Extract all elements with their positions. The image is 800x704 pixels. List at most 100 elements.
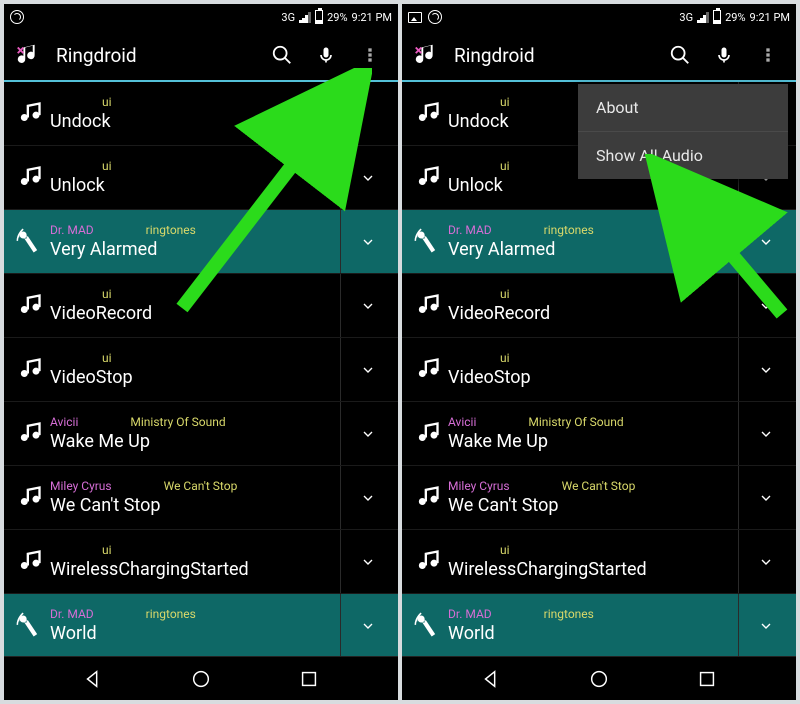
expand-chevron-icon[interactable] <box>738 338 792 401</box>
search-icon[interactable] <box>662 37 698 73</box>
song-row[interactable]: ui WirelessChargingStarted <box>4 530 398 594</box>
back-button[interactable] <box>74 660 112 698</box>
right-screenshot: 3G 29% 9:21 PM Ringdroid uiUndockuiUnloc… <box>402 4 796 700</box>
home-button[interactable] <box>580 660 618 698</box>
song-row[interactable]: uiUndock <box>4 82 398 146</box>
song-row[interactable]: Miley Cyrus We Can't Stop We Can't Stop <box>402 466 796 530</box>
recent-button[interactable] <box>290 660 328 698</box>
song-title: Very Alarmed <box>50 239 340 261</box>
clock: 9:21 PM <box>750 11 790 24</box>
song-title: We Can't Stop <box>448 495 738 517</box>
song-title: Wake Me Up <box>50 431 340 453</box>
menu-item-about[interactable]: About <box>578 84 788 132</box>
song-content: ui WirelessChargingStarted <box>46 543 340 581</box>
network-type: 3G <box>281 11 295 24</box>
search-icon[interactable] <box>264 37 300 73</box>
battery-percent: 29% <box>327 11 347 24</box>
song-row[interactable]: uiUnlock <box>4 146 398 210</box>
mic-icon[interactable] <box>706 37 742 73</box>
music-note-icon <box>12 548 46 576</box>
battery-icon <box>315 10 323 24</box>
song-artist: Miley Cyrus <box>50 479 112 493</box>
ringtone-icon <box>410 228 444 256</box>
song-content: uiUnlock <box>46 159 340 197</box>
signal-icon <box>697 11 709 23</box>
music-note-icon <box>12 100 46 128</box>
song-artist: Miley Cyrus <box>448 479 510 493</box>
song-album: We Can't Stop <box>164 479 238 493</box>
expand-chevron-icon[interactable] <box>738 594 792 656</box>
menu-item-show-all-audio[interactable]: Show All Audio <box>578 132 788 179</box>
sync-icon <box>10 10 24 24</box>
back-button[interactable] <box>472 660 510 698</box>
expand-chevron-icon[interactable] <box>738 274 792 337</box>
song-row[interactable]: ui VideoStop <box>402 338 796 402</box>
app-logo-icon <box>14 40 44 70</box>
song-title: VideoRecord <box>448 303 738 325</box>
expand-chevron-icon[interactable] <box>738 402 792 465</box>
song-artist: Dr. MAD <box>448 607 492 621</box>
expand-chevron-icon[interactable] <box>340 402 394 465</box>
song-title: WirelessChargingStarted <box>448 559 738 581</box>
expand-chevron-icon[interactable] <box>738 466 792 529</box>
song-album: ringtones <box>146 607 196 621</box>
song-row[interactable]: Dr. MADringtonesWorld <box>4 594 398 656</box>
expand-chevron-icon[interactable] <box>340 530 394 593</box>
song-row[interactable]: Dr. MADringtonesWorld <box>402 594 796 656</box>
song-artist: Dr. MAD <box>448 223 492 237</box>
music-note-icon <box>410 420 444 448</box>
music-note-icon <box>410 292 444 320</box>
song-title: World <box>50 623 340 645</box>
song-row[interactable]: Dr. MADringtonesVery Alarmed <box>402 210 796 274</box>
song-content: uiWirelessChargingStarted <box>444 543 738 581</box>
expand-chevron-icon[interactable] <box>340 466 394 529</box>
overflow-menu-icon[interactable] <box>352 37 388 73</box>
song-row[interactable]: Avicii Ministry Of Sound Wake Me Up <box>4 402 398 466</box>
song-album: ui <box>102 543 112 557</box>
song-album: We Can't Stop <box>562 479 636 493</box>
expand-chevron-icon[interactable] <box>738 530 792 593</box>
expand-chevron-icon[interactable] <box>340 338 394 401</box>
overflow-menu-icon[interactable] <box>750 37 786 73</box>
nav-bar <box>4 656 398 700</box>
song-content: uiVideoRecord <box>46 287 340 325</box>
music-note-icon <box>410 356 444 384</box>
expand-chevron-icon[interactable] <box>340 274 394 337</box>
song-title: WirelessChargingStarted <box>50 559 340 581</box>
ringtone-icon <box>410 612 444 640</box>
expand-chevron-icon[interactable] <box>738 210 792 273</box>
song-title: VideoStop <box>448 367 738 389</box>
song-artist: Avicii <box>50 415 78 429</box>
song-content: Dr. MADringtonesWorld <box>444 607 738 645</box>
song-album: ringtones <box>544 223 594 237</box>
song-album: Ministry Of Sound <box>130 415 225 429</box>
song-row[interactable]: AviciiMinistry Of SoundWake Me Up <box>402 402 796 466</box>
expand-chevron-icon[interactable] <box>340 146 394 209</box>
song-row[interactable]: uiVideoRecord <box>402 274 796 338</box>
song-content: Avicii Ministry Of Sound Wake Me Up <box>46 415 340 453</box>
music-note-icon <box>410 100 444 128</box>
app-logo-icon <box>412 40 442 70</box>
song-title: Unlock <box>50 175 340 197</box>
mic-icon[interactable] <box>308 37 344 73</box>
ringtone-icon <box>12 612 46 640</box>
song-row[interactable]: uiVideoRecord <box>4 274 398 338</box>
song-title: VideoRecord <box>50 303 340 325</box>
song-title: We Can't Stop <box>50 495 340 517</box>
recent-button[interactable] <box>688 660 726 698</box>
expand-chevron-icon[interactable] <box>340 594 394 656</box>
song-album: ringtones <box>544 607 594 621</box>
song-row[interactable]: uiVideoStop <box>4 338 398 402</box>
song-list[interactable]: uiUndockuiUnlockDr. MADringtonesVery Ala… <box>4 82 398 656</box>
song-album: ui <box>500 351 510 365</box>
song-title: Wake Me Up <box>448 431 738 453</box>
song-row[interactable]: Dr. MADringtonesVery Alarmed <box>4 210 398 274</box>
song-row[interactable]: Miley Cyrus We Can't Stop We Can't Stop <box>4 466 398 530</box>
home-button[interactable] <box>182 660 220 698</box>
battery-icon <box>713 10 721 24</box>
expand-chevron-icon[interactable] <box>340 82 394 145</box>
expand-chevron-icon[interactable] <box>340 210 394 273</box>
song-content: Dr. MADringtonesVery Alarmed <box>444 223 738 261</box>
song-row[interactable]: uiWirelessChargingStarted <box>402 530 796 594</box>
app-title: Ringdroid <box>454 44 535 67</box>
